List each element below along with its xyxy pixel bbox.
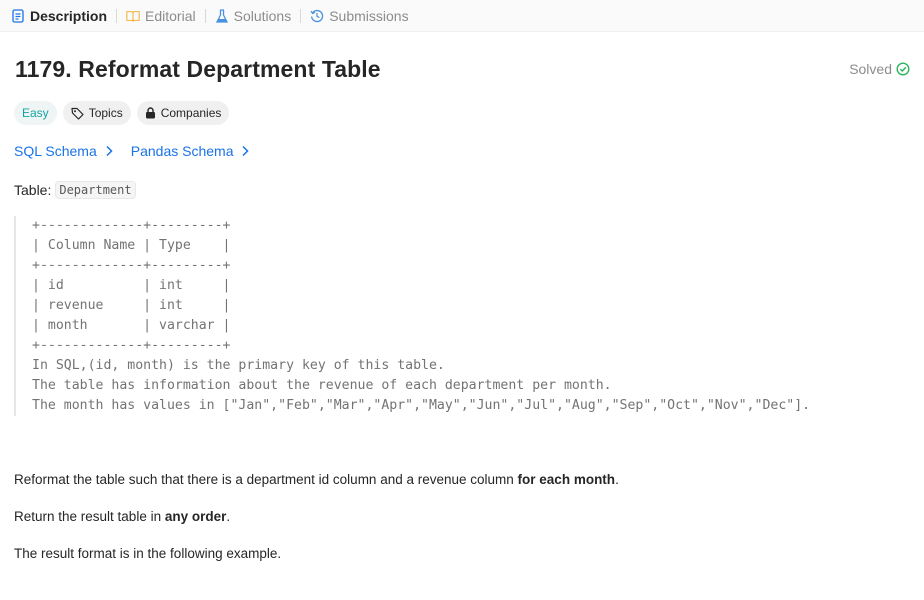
companies-button[interactable]: Companies [136, 101, 230, 125]
description-paragraph: Return the result table in any order. [14, 509, 231, 524]
solved-label: Solved [849, 61, 892, 77]
sql-schema-label: SQL Schema [14, 143, 97, 159]
flask-icon [215, 8, 229, 23]
table-name-code: Department [55, 181, 136, 199]
tab-divider [116, 8, 118, 23]
companies-label: Companies [160, 106, 222, 120]
topics-label: Topics [88, 106, 123, 120]
tag-icon [71, 107, 84, 120]
problem-tags: Easy Topics Companies [14, 101, 230, 125]
tab-submissions[interactable]: Submissions [310, 7, 409, 24]
tab-description-label: Description [30, 7, 108, 24]
book-icon [126, 9, 140, 23]
description-icon [11, 8, 25, 23]
history-icon [310, 9, 324, 23]
schema-links: SQL Schema Pandas Schema [14, 143, 267, 159]
description-paragraph: The result format is in the following ex… [14, 546, 282, 561]
tab-divider [204, 8, 206, 23]
pandas-schema-link[interactable]: Pandas Schema [131, 143, 250, 159]
table-intro-label: Table: [14, 182, 52, 198]
check-circle-icon [896, 62, 910, 76]
table-intro: Table: Department [14, 181, 136, 199]
tab-solutions-label: Solutions [233, 7, 292, 24]
chevron-right-icon [106, 145, 113, 157]
schema-code-block: +-------------+---------+ | Column Name … [14, 216, 810, 416]
chevron-right-icon [242, 145, 250, 157]
lock-icon [145, 107, 155, 119]
tab-divider [300, 8, 302, 23]
tab-description[interactable]: Description [11, 8, 107, 24]
difficulty-badge: Easy [14, 101, 57, 125]
description-paragraph: Reformat the table such that there is a … [14, 472, 619, 487]
problem-title: 1179. Reformat Department Table [15, 56, 381, 82]
tab-submissions-label: Submissions [329, 7, 409, 24]
difficulty-label: Easy [22, 106, 49, 120]
tab-solutions[interactable]: Solutions [215, 7, 292, 24]
tab-editorial-label: Editorial [145, 7, 196, 24]
tab-editorial[interactable]: Editorial [126, 8, 196, 24]
solved-status: Solved [849, 61, 910, 77]
pandas-schema-label: Pandas Schema [130, 143, 234, 159]
topics-button[interactable]: Topics [62, 101, 131, 125]
sql-schema-link[interactable]: SQL Schema [14, 143, 113, 159]
tab-bar: Description Editorial Solutions Submissi… [0, 0, 924, 32]
